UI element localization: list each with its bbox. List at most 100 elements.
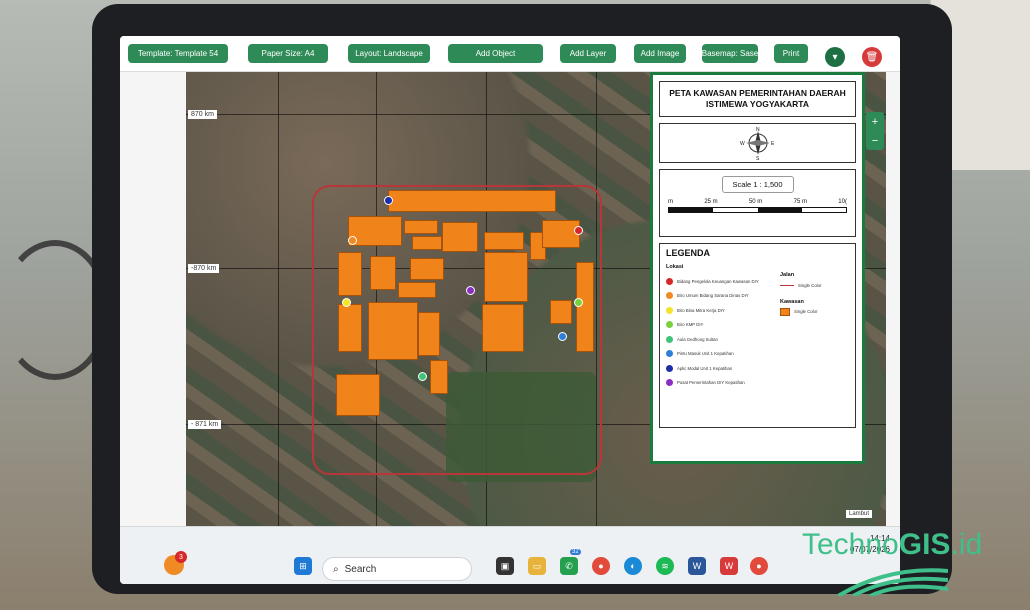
building-polygon[interactable] [336, 374, 380, 416]
legend-jalan-item: Single Color [780, 278, 860, 293]
location-marker[interactable] [558, 332, 567, 341]
task-view-icon[interactable]: ▣ [496, 557, 514, 575]
location-marker[interactable] [574, 298, 583, 307]
technogis-logo: TechnoGIS.id [802, 528, 982, 562]
legend-swatch [666, 277, 673, 285]
location-marker[interactable] [574, 226, 583, 235]
legend-item-label: Aula Gedhong Sultan [677, 336, 718, 342]
legend-item-label: Biro KMP DIY [677, 322, 704, 328]
windows-start-icon[interactable]: ⊞ [294, 557, 312, 575]
legend-item-label: Single Color [794, 309, 818, 315]
zoom-out-button[interactable]: − [872, 135, 878, 147]
building-polygon[interactable] [484, 252, 528, 302]
building-polygon[interactable] [576, 262, 594, 352]
zoom-in-button[interactable]: + [872, 116, 878, 128]
legend-item-label: Aplic Modal Unit 1 Kepatihan [677, 365, 733, 371]
layout-button[interactable]: Layout: Landscape [348, 44, 430, 63]
chrome-icon[interactable]: ● [592, 557, 610, 575]
map-attribution: Lambut [845, 510, 872, 518]
delete-icon[interactable]: 🗑 [862, 47, 882, 67]
building-polygon[interactable] [550, 300, 572, 324]
east-label: E [771, 141, 775, 147]
building-polygon[interactable] [410, 258, 444, 280]
legend-item: Aplic Modal Unit 1 Kepatihan [666, 361, 849, 376]
building-polygon[interactable] [482, 304, 524, 352]
scale-tick: 75 m [793, 199, 807, 205]
location-marker[interactable] [342, 298, 351, 307]
building-polygon[interactable] [430, 360, 448, 394]
print-button[interactable]: Print [774, 44, 808, 63]
chrome-profile-icon[interactable]: ● [750, 557, 768, 575]
file-explorer-icon[interactable]: ▭ [528, 557, 546, 575]
building-polygon[interactable] [484, 232, 524, 250]
scale-box[interactable]: Scale 1 : 1,500 m 25 m 50 m 75 m 10( [659, 169, 856, 237]
south-label: S [756, 156, 760, 160]
legend-swatch [666, 292, 673, 300]
legend-swatch [666, 321, 673, 329]
legend-swatch [666, 379, 673, 387]
paper-size-button[interactable]: Paper Size: A4 [248, 44, 328, 63]
spotify-icon[interactable]: ≋ [656, 557, 674, 575]
scale-bar [668, 207, 847, 213]
layout-panel: PETA KAWASAN PEMERINTAHAN DAERAH ISTIMEW… [650, 72, 865, 464]
scale-label: Scale 1 : 1,500 [721, 176, 794, 193]
legend-item-label: Single Color [798, 282, 822, 288]
legend-item-label: Pusat Pemerintahan DIY Kepatihan [677, 380, 745, 386]
building-polygon[interactable] [404, 220, 438, 234]
building-polygon[interactable] [388, 190, 556, 212]
legend-swatch [666, 335, 673, 343]
building-polygon[interactable] [368, 302, 418, 360]
legend-item: Pintu Masuk Unit 1 Kepatihan [666, 347, 849, 362]
search-placeholder: Search [344, 563, 377, 575]
word-icon[interactable]: W [688, 557, 706, 575]
whatsapp-icon[interactable]: ✆ [560, 557, 578, 575]
laptop-screen: Template: Template 54 Paper Size: A4 Lay… [120, 36, 900, 584]
legend-right-column: Jalan Single Color Kawasan Single Color [780, 272, 860, 319]
wps-icon[interactable]: W [720, 557, 738, 575]
building-polygon[interactable] [418, 312, 440, 356]
legend-item-label: Pintu Masuk Unit 1 Kepatihan [677, 351, 734, 357]
search-icon: ⌕ [333, 563, 339, 575]
building-polygon[interactable] [442, 222, 478, 252]
grid-label: -870 km [188, 264, 220, 273]
building-polygon[interactable] [370, 256, 396, 290]
map-toolbar: Template: Template 54 Paper Size: A4 Lay… [120, 36, 900, 72]
location-marker[interactable] [384, 196, 393, 205]
legend-title: LEGENDA [666, 248, 711, 258]
location-marker[interactable] [348, 236, 357, 245]
windows-taskbar: 3 ⊞ ⌕ Search ▣ ▭ ✆ 32 ● ◐ ≋ W W ● 14:14 … [120, 526, 900, 584]
grid-label: 870 km [188, 110, 217, 119]
template-button[interactable]: Template: Template 54 [128, 44, 228, 63]
west-label: W [740, 141, 745, 147]
basemap-button[interactable]: Basemap: Sase [702, 44, 758, 63]
add-image-button[interactable]: Add Image [634, 44, 686, 63]
north-arrow-box[interactable]: N S W E [659, 123, 856, 163]
building-polygon[interactable] [338, 252, 362, 296]
building-polygon[interactable] [412, 236, 442, 250]
brand-text: Techno [802, 528, 899, 561]
legend-swatch [666, 350, 673, 358]
taskbar-search[interactable]: ⌕ Search [322, 557, 472, 581]
download-icon[interactable]: ▾ [825, 47, 845, 67]
add-layer-button[interactable]: Add Layer [560, 44, 616, 63]
legend-item: Biro KMP DIY [666, 318, 849, 333]
location-marker[interactable] [418, 372, 427, 381]
edge-icon[interactable]: ◐ [624, 557, 642, 575]
location-marker[interactable] [466, 286, 475, 295]
building-polygon[interactable] [398, 282, 436, 298]
legend-swatch [666, 364, 673, 372]
building-polygon[interactable] [338, 304, 362, 352]
legend-item-label: Bidang Pengelola Keuangan Kawasan DIY [677, 278, 759, 284]
brand-stripes-icon [838, 568, 948, 596]
brand-text: .id [950, 528, 983, 561]
legend-item-label: Biro Bina Mitra Kerja DIY [677, 307, 725, 313]
building-polygon[interactable] [542, 220, 580, 248]
legend-box[interactable]: LEGENDA Lokasi Bidang Pengelola Keuangan… [659, 243, 856, 428]
whatsapp-badge: 32 [570, 549, 581, 555]
scale-tick: m [668, 199, 673, 205]
legend-swatch [666, 306, 673, 314]
add-object-button[interactable]: Add Object [448, 44, 543, 63]
line-swatch [780, 284, 794, 286]
zoom-control: + − [866, 112, 884, 150]
map-title[interactable]: PETA KAWASAN PEMERINTAHAN DAERAH ISTIMEW… [659, 81, 856, 117]
